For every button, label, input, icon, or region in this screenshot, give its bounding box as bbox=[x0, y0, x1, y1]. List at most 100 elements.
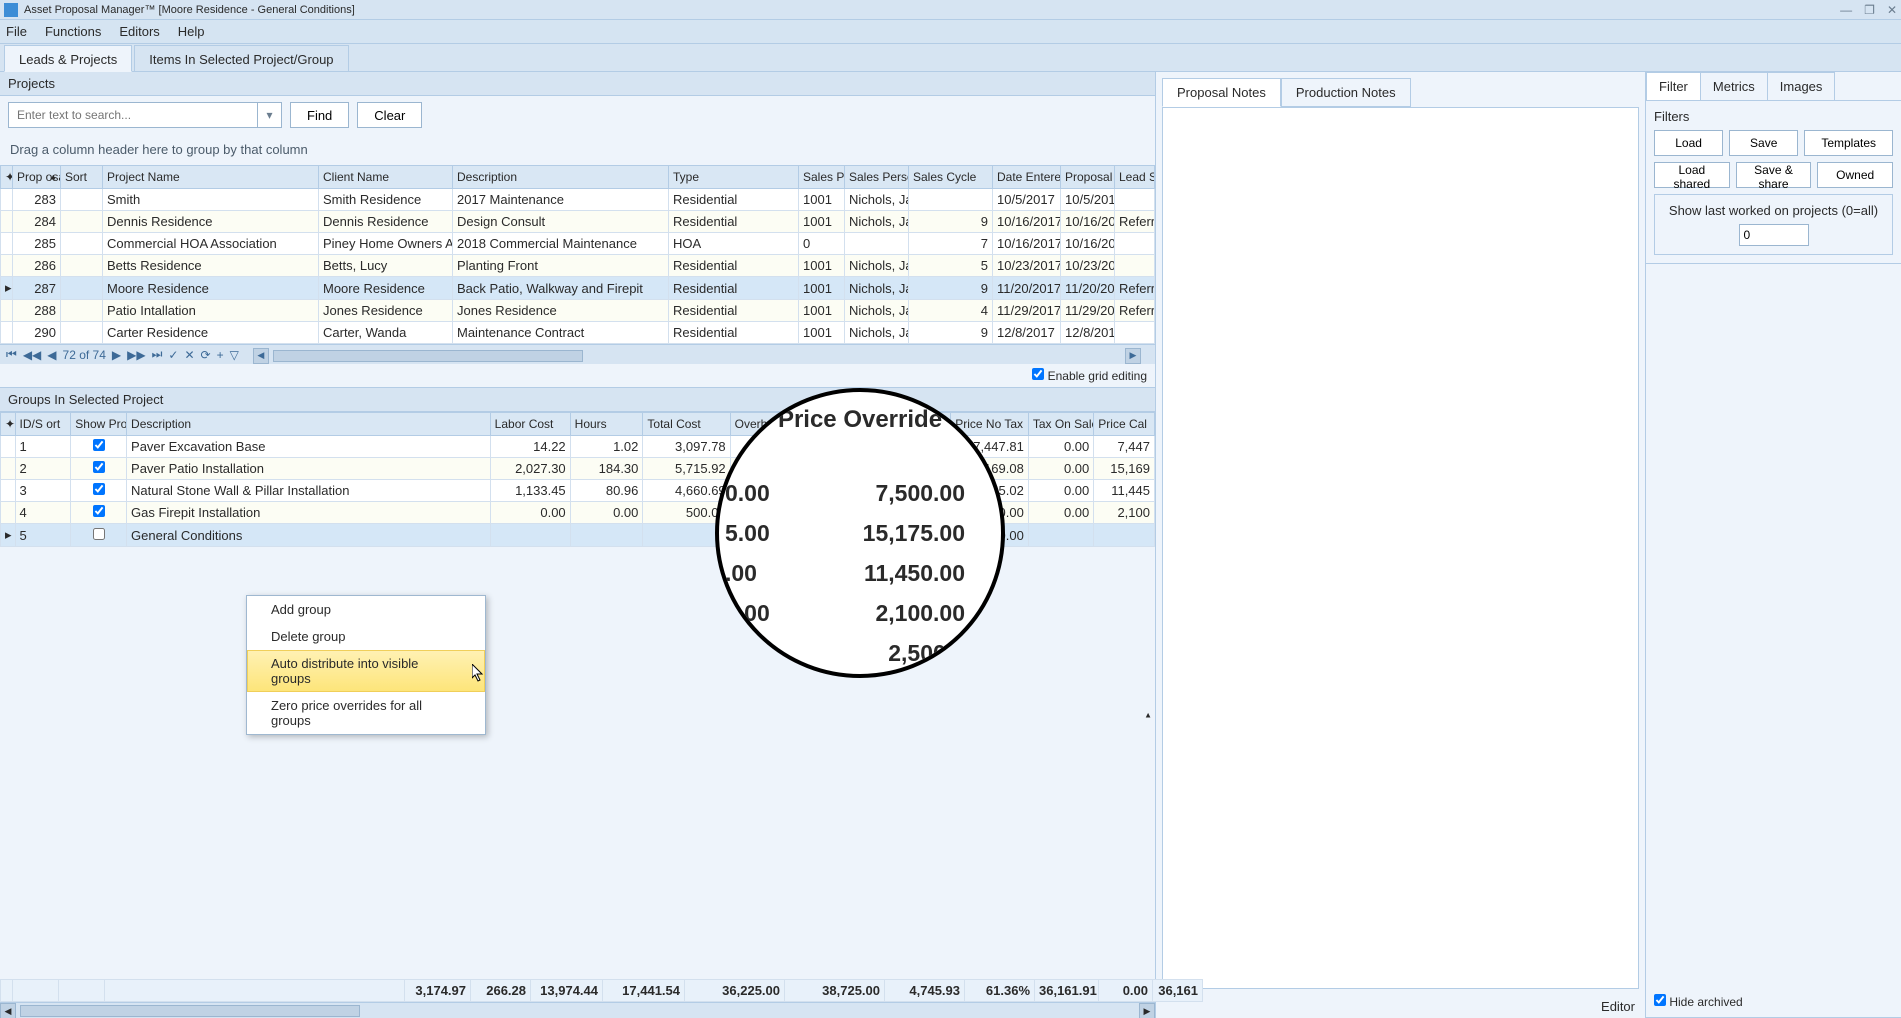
col-project-name[interactable]: Project Name bbox=[103, 166, 319, 189]
tab-leads-projects[interactable]: Leads & Projects bbox=[4, 45, 132, 72]
g-row-indicator[interactable]: ✦ bbox=[1, 413, 16, 436]
show-pro-checkbox[interactable] bbox=[93, 505, 105, 517]
save-share-button[interactable]: Save & share bbox=[1736, 162, 1812, 188]
show-pro-checkbox[interactable] bbox=[93, 439, 105, 451]
hscroll-left-icon[interactable]: ◀ bbox=[253, 348, 269, 364]
table-row[interactable]: 288 Patio IntallationJones ResidenceJone… bbox=[1, 300, 1155, 322]
row-indicator-col[interactable]: ✦ bbox=[1, 166, 13, 189]
minimize-button[interactable]: — bbox=[1840, 3, 1852, 17]
ctx-add-group[interactable]: Add group bbox=[247, 596, 485, 623]
load-button[interactable]: Load bbox=[1654, 130, 1723, 156]
filters-label: Filters bbox=[1654, 109, 1893, 124]
ctx-auto-distribute[interactable]: Auto distribute into visible groups bbox=[247, 650, 485, 692]
owned-button[interactable]: Owned bbox=[1817, 162, 1893, 188]
maximize-button[interactable]: ❐ bbox=[1864, 3, 1875, 17]
nav-last-icon[interactable]: ⏭ bbox=[152, 347, 163, 362]
col-lead-source[interactable]: Lead Source bbox=[1115, 166, 1155, 189]
group-hint[interactable]: Drag a column header here to group by th… bbox=[0, 134, 1155, 165]
col-proposal-date[interactable]: Proposal Date bbox=[1061, 166, 1115, 189]
ctx-zero-overrides[interactable]: Zero price overrides for all groups bbox=[247, 692, 485, 734]
ctx-delete-group[interactable]: Delete group bbox=[247, 623, 485, 650]
nav-filter-icon[interactable]: ▽ bbox=[230, 348, 239, 362]
menu-help[interactable]: Help bbox=[178, 24, 205, 39]
col-description[interactable]: Description bbox=[453, 166, 669, 189]
gcol-price-cal[interactable]: Price Cal bbox=[1094, 413, 1155, 436]
nav-counter: 72 of 74 bbox=[63, 348, 106, 362]
projects-header: Projects bbox=[0, 72, 1155, 96]
grid-navigator: ⏮ ◀◀ ◀ 72 of 74 ▶ ▶▶ ⏭ ✓ ✕ ⟳ + ▽ ◀ ▶ bbox=[0, 344, 1155, 364]
nav-first-icon[interactable]: ⏮ bbox=[6, 347, 17, 362]
total-pcal: 36,161 bbox=[1153, 980, 1203, 1002]
g-hscroll-right-icon[interactable]: ▶ bbox=[1139, 1003, 1155, 1018]
total-hours: 266.28 bbox=[471, 980, 531, 1002]
menu-functions[interactable]: Functions bbox=[45, 24, 101, 39]
enable-grid-editing-checkbox[interactable] bbox=[1032, 368, 1044, 380]
clear-button[interactable]: Clear bbox=[357, 102, 422, 128]
g-hscroll-thumb[interactable] bbox=[20, 1005, 360, 1017]
hscroll-thumb[interactable] bbox=[273, 350, 583, 362]
load-shared-button[interactable]: Load shared bbox=[1654, 162, 1730, 188]
tab-items-selected[interactable]: Items In Selected Project/Group bbox=[134, 45, 348, 71]
tab-proposal-notes[interactable]: Proposal Notes bbox=[1162, 78, 1281, 107]
total-cost: 13,974.44 bbox=[531, 980, 603, 1002]
gcol-showpro[interactable]: Show Pro bbox=[71, 413, 127, 436]
gcol-total-cost[interactable]: Total Cost bbox=[643, 413, 730, 436]
table-row[interactable]: 290 Carter ResidenceCarter, WandaMainten… bbox=[1, 322, 1155, 344]
table-row[interactable]: 286 Betts ResidenceBetts, LucyPlanting F… bbox=[1, 255, 1155, 277]
nav-refresh-icon[interactable]: ⟳ bbox=[201, 348, 211, 362]
rtab-metrics[interactable]: Metrics bbox=[1700, 72, 1768, 100]
g-hscroll-left-icon[interactable]: ◀ bbox=[0, 1003, 16, 1018]
rtab-filter[interactable]: Filter bbox=[1646, 72, 1701, 100]
save-button[interactable]: Save bbox=[1729, 130, 1798, 156]
menu-file[interactable]: File bbox=[6, 24, 27, 39]
total-gp: 4,745.93 bbox=[885, 980, 965, 1002]
table-row[interactable]: 283 SmithSmith Residence2017 Maintenance… bbox=[1, 189, 1155, 211]
show-pro-checkbox[interactable] bbox=[93, 483, 105, 495]
find-button[interactable]: Find bbox=[290, 102, 349, 128]
col-proposal[interactable]: Prop osal▲ bbox=[13, 166, 61, 189]
gcol-labor-cost[interactable]: Labor Cost bbox=[490, 413, 570, 436]
gcol-idsort[interactable]: ID/S ort▲ bbox=[15, 413, 71, 436]
rtab-images[interactable]: Images bbox=[1767, 72, 1836, 100]
table-row[interactable]: ▸ 287 Moore ResidenceMoore ResidenceBack… bbox=[1, 277, 1155, 300]
notes-editor-area[interactable] bbox=[1162, 107, 1639, 989]
gcol-hours[interactable]: Hours bbox=[570, 413, 643, 436]
nav-prev-page-icon[interactable]: ◀◀ bbox=[23, 348, 41, 362]
nav-next-page-icon[interactable]: ▶▶ bbox=[127, 348, 145, 362]
hscroll-right-icon[interactable]: ▶ bbox=[1125, 348, 1141, 364]
search-input[interactable] bbox=[8, 102, 258, 128]
app-icon bbox=[4, 3, 18, 17]
hide-archived-checkbox[interactable] bbox=[1654, 994, 1666, 1006]
table-row[interactable]: 285 Commercial HOA AssociationPiney Home… bbox=[1, 233, 1155, 255]
show-pro-checkbox[interactable] bbox=[93, 528, 105, 540]
show-last-input[interactable] bbox=[1739, 224, 1809, 246]
nav-add-icon[interactable]: + bbox=[217, 348, 224, 362]
total-tax: 0.00 bbox=[1099, 980, 1153, 1002]
nav-tool-icon[interactable]: ✓ bbox=[168, 348, 178, 362]
tab-production-notes[interactable]: Production Notes bbox=[1281, 78, 1411, 107]
menu-editors[interactable]: Editors bbox=[119, 24, 159, 39]
col-type[interactable]: Type bbox=[669, 166, 799, 189]
nav-cancel-icon[interactable]: ✕ bbox=[184, 348, 194, 362]
search-dropdown-icon[interactable]: ▾ bbox=[258, 102, 282, 128]
show-last-label: Show last worked on projects (0=all) bbox=[1663, 203, 1884, 218]
col-sales-cycle[interactable]: Sales Cycle bbox=[909, 166, 993, 189]
table-row[interactable]: 284 Dennis ResidenceDennis ResidenceDesi… bbox=[1, 211, 1155, 233]
col-sales-person-name[interactable]: Sales Person bbox=[845, 166, 909, 189]
total-price-override: 38,725.00 bbox=[785, 980, 885, 1002]
col-client-name[interactable]: Client Name bbox=[319, 166, 453, 189]
magnifier-overlay: Price Override 0.00 7,500.00 5.00 15,175… bbox=[715, 388, 1005, 678]
col-date-entered[interactable]: Date Entered bbox=[993, 166, 1061, 189]
gcol-description[interactable]: Description bbox=[127, 413, 491, 436]
col-sales-person-id[interactable]: Sales Person bbox=[799, 166, 845, 189]
col-sort[interactable]: Sort bbox=[61, 166, 103, 189]
show-pro-checkbox[interactable] bbox=[93, 461, 105, 473]
close-button[interactable]: ✕ bbox=[1887, 3, 1897, 17]
nav-next-icon[interactable]: ▶ bbox=[112, 348, 121, 362]
context-menu: Add group Delete group Auto distribute i… bbox=[246, 595, 486, 735]
gcol-tax-on-sale[interactable]: Tax On Sale bbox=[1028, 413, 1093, 436]
total-labor-cost: 3,174.97 bbox=[405, 980, 471, 1002]
templates-button[interactable]: Templates bbox=[1804, 130, 1893, 156]
total-gm: 61.36% bbox=[965, 980, 1035, 1002]
nav-prev-icon[interactable]: ◀ bbox=[47, 348, 56, 362]
